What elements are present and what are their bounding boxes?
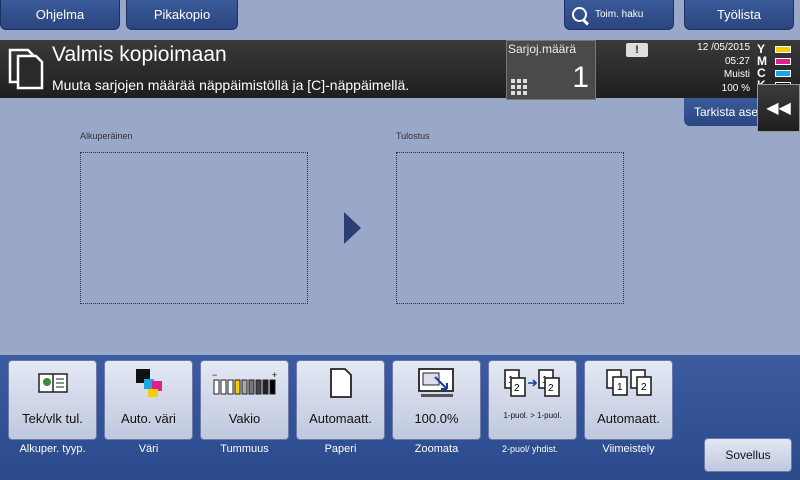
- zoom-button[interactable]: 100.0%: [392, 360, 481, 440]
- original-type-label: Alkuper. tyyp.: [19, 443, 86, 455]
- program-tab[interactable]: Ohjelma: [0, 0, 120, 30]
- memory-label: Muisti: [723, 69, 750, 80]
- book-icon: [37, 373, 68, 393]
- toner-bar-m: [775, 57, 791, 65]
- paper-button[interactable]: Automaatt.: [296, 360, 385, 440]
- original-label: Alkuperäinen: [80, 131, 133, 141]
- collapse-panel-button[interactable]: ◀◀: [757, 84, 800, 132]
- finishing-button[interactable]: 1 2 Automaatt.: [584, 360, 673, 440]
- status-title: Valmis kopioimaan: [52, 43, 227, 66]
- finishing-value: Automaatt.: [597, 411, 660, 426]
- status-info: 12 /05/2015 05:27 Muisti 100 %: [660, 41, 750, 95]
- original-type-value: Tek/vlk tul.: [22, 411, 83, 426]
- paper-label: Paperi: [324, 443, 357, 455]
- svg-text:2: 2: [641, 382, 647, 393]
- status-time: 05:27: [724, 55, 750, 67]
- search-icon: [571, 6, 589, 24]
- duplex-label: 2-puol/ yhdist.: [501, 444, 559, 454]
- zoom-value: 100.0%: [414, 411, 459, 426]
- zoom-label: Zoomata: [414, 443, 459, 455]
- sets-count-value: 1: [572, 61, 589, 94]
- sets-count-display[interactable]: Sarjoj.määrä 1: [506, 40, 596, 100]
- search-button[interactable]: Toim. haku: [564, 0, 674, 30]
- duplex-icon: 1 2 1 2: [503, 369, 560, 397]
- svg-text:2: 2: [514, 383, 520, 394]
- job-list-tab[interactable]: Työlista: [684, 0, 794, 30]
- apply-button[interactable]: Sovellus: [704, 438, 792, 472]
- output-preview: [396, 152, 624, 304]
- svg-text:1: 1: [617, 382, 623, 393]
- search-button-label: Toim. haku: [595, 9, 644, 20]
- toner-bar-c: [775, 69, 791, 77]
- finishing-icon: 1 2: [605, 369, 652, 396]
- warning-icon[interactable]: !: [626, 43, 648, 57]
- original-preview: [80, 152, 308, 304]
- status-date: 12 /05/2015: [697, 42, 750, 53]
- svg-text:2: 2: [548, 383, 554, 394]
- sets-count-label: Sarjoj.määrä: [508, 42, 577, 56]
- color-button[interactable]: Auto. väri: [104, 360, 193, 440]
- svg-text:+: +: [272, 370, 277, 380]
- zoom-icon: [417, 368, 454, 397]
- duplex-value: 1-puol. > 1-puol.: [503, 411, 562, 420]
- memory-value: 100 %: [721, 82, 750, 94]
- density-icon: − +: [212, 370, 277, 395]
- output-label: Tulostus: [396, 131, 430, 141]
- color-label: Väri: [138, 443, 159, 455]
- keypad-icon: [511, 79, 527, 95]
- finishing-label: Viimeistely: [602, 443, 655, 455]
- density-button[interactable]: − + Vakio: [200, 360, 289, 440]
- apply-button-label: Sovellus: [725, 448, 771, 462]
- quick-copy-tab[interactable]: Pikakopio: [126, 0, 238, 30]
- duplex-button[interactable]: 1 2 1 2 1-puol. > 1-puol.: [488, 360, 577, 440]
- color-value: Auto. väri: [121, 411, 176, 426]
- paper-icon: [329, 368, 352, 398]
- job-list-tab-label: Työlista: [716, 7, 762, 22]
- svg-text:−: −: [212, 370, 217, 380]
- color-icon: [135, 369, 162, 397]
- arrow-right-icon: [344, 212, 361, 244]
- quick-copy-tab-label: Pikakopio: [153, 7, 211, 22]
- original-type-button[interactable]: Tek/vlk tul.: [8, 360, 97, 440]
- double-chevron-left-icon: ◀◀: [766, 100, 791, 117]
- paper-value: Automaatt.: [309, 411, 372, 426]
- toner-bar-y: [775, 45, 791, 53]
- density-value: Vakio: [228, 411, 261, 426]
- copy-document-icon: [8, 48, 44, 90]
- density-label: Tummuus: [220, 443, 269, 455]
- program-tab-label: Ohjelma: [35, 7, 85, 22]
- status-message: Muuta sarjojen määrää näppäimistöllä ja …: [52, 77, 410, 93]
